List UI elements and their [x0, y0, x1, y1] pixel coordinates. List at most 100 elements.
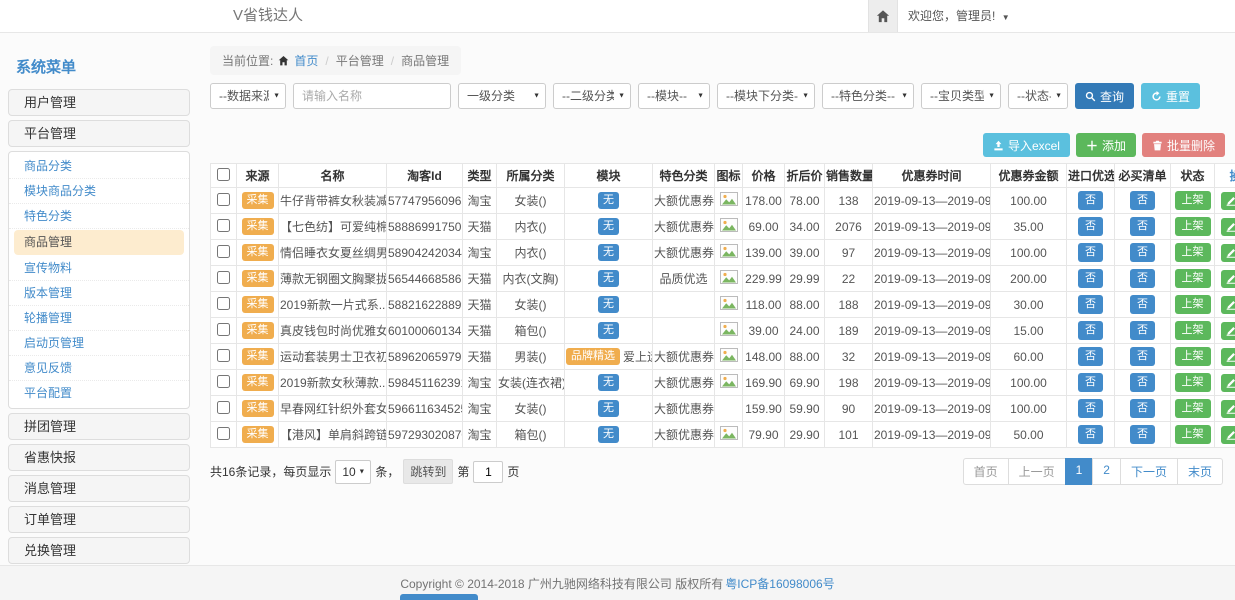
status-toggle[interactable]: 上架	[1175, 373, 1211, 392]
type-cell: 淘宝	[463, 396, 497, 422]
sidebar-item[interactable]: 兑换管理	[8, 537, 190, 564]
import-excel-button[interactable]: 导入excel	[983, 133, 1070, 157]
edit-button[interactable]	[1221, 296, 1235, 314]
module-select[interactable]: --模块--	[639, 84, 709, 108]
imported-toggle[interactable]: 否	[1078, 321, 1103, 340]
page-button[interactable]: 下一页	[1120, 458, 1178, 485]
user-menu[interactable]: 欢迎您，管理员! ▼	[908, 0, 1010, 34]
imported-toggle[interactable]: 否	[1078, 373, 1103, 392]
edit-button[interactable]	[1221, 192, 1235, 210]
status-toggle[interactable]: 上架	[1175, 243, 1211, 262]
column-header: 价格	[743, 164, 785, 188]
edit-button[interactable]	[1221, 374, 1235, 392]
status-toggle[interactable]: 上架	[1175, 191, 1211, 210]
sidebar-subitem[interactable]: 特色分类	[9, 204, 189, 229]
sidebar-subitem[interactable]: 轮播管理	[9, 306, 189, 331]
row-checkbox[interactable]	[217, 323, 230, 336]
imported-toggle[interactable]: 否	[1078, 347, 1103, 366]
item-type-select[interactable]: --宝贝类型--	[922, 84, 1000, 108]
imported-toggle[interactable]: 否	[1078, 243, 1103, 262]
edit-button[interactable]	[1221, 270, 1235, 288]
home-button[interactable]	[868, 0, 898, 32]
row-checkbox[interactable]	[217, 349, 230, 362]
feature-category-select[interactable]: --特色分类--	[823, 84, 913, 108]
row-checkbox[interactable]	[217, 375, 230, 388]
status-toggle[interactable]: 上架	[1175, 399, 1211, 418]
page-button[interactable]: 首页	[963, 458, 1009, 485]
sidebar-item[interactable]: 平台管理	[8, 120, 190, 147]
must-buy-toggle[interactable]: 否	[1130, 347, 1155, 366]
sidebar-item[interactable]: 消息管理	[8, 475, 190, 502]
row-checkbox[interactable]	[217, 219, 230, 232]
must-buy-toggle[interactable]: 否	[1130, 399, 1155, 418]
must-buy-toggle[interactable]: 否	[1130, 269, 1155, 288]
select-all-checkbox[interactable]	[217, 168, 230, 181]
must-buy-toggle[interactable]: 否	[1130, 217, 1155, 236]
module-value: 无	[598, 270, 619, 287]
page-button[interactable]: 2	[1092, 458, 1121, 485]
imported-toggle[interactable]: 否	[1078, 295, 1103, 314]
edit-button[interactable]	[1221, 244, 1235, 262]
imported-toggle[interactable]: 否	[1078, 425, 1103, 444]
page-button[interactable]: 末页	[1177, 458, 1223, 485]
status-select[interactable]: --状态--	[1009, 84, 1067, 108]
status-toggle[interactable]: 上架	[1175, 321, 1211, 340]
add-button[interactable]: ＋ 添加	[1076, 133, 1136, 157]
status-toggle[interactable]: 上架	[1175, 347, 1211, 366]
data-source-select[interactable]: --数据来源--	[211, 84, 285, 108]
status-toggle[interactable]: 上架	[1175, 295, 1211, 314]
icp-link[interactable]: 粤ICP备16098006号	[725, 575, 834, 592]
must-buy-toggle[interactable]: 否	[1130, 321, 1155, 340]
search-button[interactable]: 查询	[1075, 83, 1134, 109]
status-toggle[interactable]: 上架	[1175, 217, 1211, 236]
row-checkbox[interactable]	[217, 297, 230, 310]
batch-delete-button[interactable]: 批量删除	[1142, 133, 1225, 157]
source-badge: 采集	[242, 400, 274, 417]
sidebar-subitem[interactable]: 模块商品分类	[9, 179, 189, 204]
sidebar-subitem[interactable]: 商品管理	[14, 230, 184, 255]
reset-button[interactable]: 重置	[1141, 83, 1200, 109]
status-toggle[interactable]: 上架	[1175, 269, 1211, 288]
row-checkbox[interactable]	[217, 401, 230, 414]
row-checkbox[interactable]	[217, 193, 230, 206]
imported-toggle[interactable]: 否	[1078, 399, 1103, 418]
must-buy-toggle[interactable]: 否	[1130, 425, 1155, 444]
level2-category-select[interactable]: --二级分类--	[554, 84, 630, 108]
edit-button[interactable]	[1221, 218, 1235, 236]
page-button[interactable]: 1	[1065, 458, 1094, 485]
sidebar-subitem[interactable]: 启动页管理	[9, 331, 189, 356]
page-button[interactable]: 上一页	[1008, 458, 1066, 485]
page-number-input[interactable]	[473, 461, 503, 483]
edit-button[interactable]	[1221, 322, 1235, 340]
must-buy-toggle[interactable]: 否	[1130, 373, 1155, 392]
edit-button[interactable]	[1221, 348, 1235, 366]
sidebar-item[interactable]: 订单管理	[8, 506, 190, 533]
sidebar-item[interactable]: 拼团管理	[8, 413, 190, 440]
row-checkbox[interactable]	[217, 245, 230, 258]
per-page-select[interactable]: 10	[336, 461, 370, 483]
row-checkbox[interactable]	[217, 271, 230, 284]
edit-button[interactable]	[1221, 426, 1235, 444]
sidebar-item[interactable]: 省惠快报	[8, 444, 190, 471]
per-page-unit: 条，	[375, 463, 399, 480]
sidebar-subitem[interactable]: 平台配置	[9, 381, 189, 406]
sidebar-subitem[interactable]: 商品分类	[9, 154, 189, 179]
imported-toggle[interactable]: 否	[1078, 217, 1103, 236]
must-buy-toggle[interactable]: 否	[1130, 243, 1155, 262]
sidebar-item[interactable]: 用户管理	[8, 89, 190, 116]
sidebar-subitem[interactable]: 宣传物料	[9, 256, 189, 281]
breadcrumb-home-link[interactable]: 首页	[294, 52, 318, 69]
level1-category-select[interactable]: 一级分类	[459, 84, 545, 108]
sidebar-subitem[interactable]: 意见反馈	[9, 356, 189, 381]
row-checkbox[interactable]	[217, 427, 230, 440]
imported-toggle[interactable]: 否	[1078, 269, 1103, 288]
sidebar-subitem[interactable]: 版本管理	[9, 281, 189, 306]
imported-toggle[interactable]: 否	[1078, 191, 1103, 210]
name-search-input[interactable]	[293, 83, 451, 109]
edit-button[interactable]	[1221, 400, 1235, 418]
module-subcategory-select[interactable]: --模块下分类--	[718, 84, 814, 108]
must-buy-toggle[interactable]: 否	[1130, 295, 1155, 314]
must-buy-toggle[interactable]: 否	[1130, 191, 1155, 210]
status-toggle[interactable]: 上架	[1175, 425, 1211, 444]
jump-button[interactable]: 跳转到	[403, 459, 453, 484]
